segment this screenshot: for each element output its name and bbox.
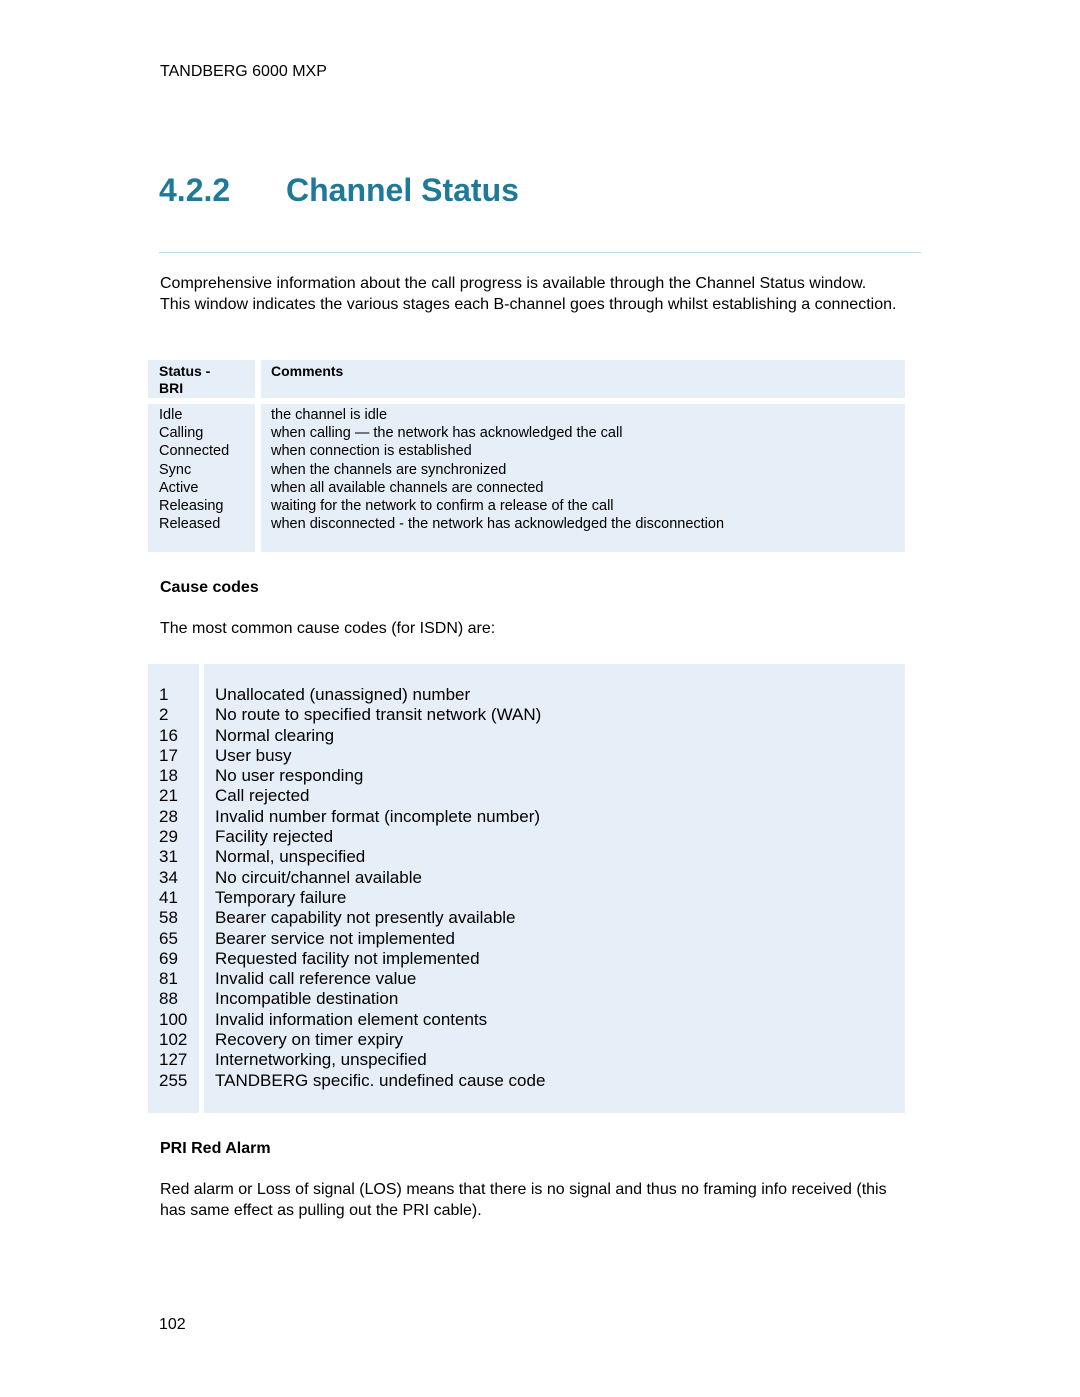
- cause-code: 16: [159, 725, 178, 745]
- cause-code: 100: [159, 1009, 188, 1029]
- intro-paragraph: Comprehensive information about the call…: [160, 275, 897, 313]
- status-value: Sync: [159, 461, 192, 478]
- cause-description: Requested facility not implemented: [215, 948, 480, 968]
- status-value: Active: [159, 479, 199, 496]
- cause-code: 81: [159, 969, 178, 989]
- cause-description: Bearer capability not presently availabl…: [215, 908, 516, 928]
- cause-code: 41: [159, 887, 178, 907]
- status-comment: when calling — the network has acknowled…: [271, 425, 623, 442]
- status-comment: the channel is idle: [271, 407, 388, 423]
- cause-description: User busy: [215, 745, 292, 765]
- cause-description: Facility rejected: [215, 827, 334, 847]
- cause-code: 88: [159, 989, 178, 1009]
- cause-code: 69: [159, 948, 178, 968]
- section-number: 4.2.2: [159, 172, 231, 208]
- cause-description: Recovery on timer expiry: [215, 1030, 404, 1050]
- status-comment: when the channels are synchronized: [271, 461, 507, 478]
- status-value: Calling: [159, 425, 204, 442]
- cause-description: No circuit/channel available: [215, 867, 422, 887]
- cause-codes-intro: The most common cause codes (for ISDN) a…: [160, 620, 496, 637]
- cause-codes-table: 1 2 16 17 18 21 28 29 31 34 41 58 65 69 81 88 100 102 127 2…: [148, 664, 905, 1113]
- header-status-line2: BRI: [159, 380, 184, 396]
- cause-codes-heading: Cause codes: [160, 579, 259, 596]
- page-number: 102: [159, 1316, 186, 1333]
- cause-code: 29: [159, 827, 178, 847]
- cause-description: Invalid information element contents: [215, 1009, 488, 1029]
- cause-description-column: Unallocated (unassigned) number No route …: [204, 664, 905, 1113]
- cause-code: 1: [159, 685, 169, 704]
- cause-description: Incompatible destination: [215, 989, 399, 1009]
- cause-description: Internetworking, unspecified: [215, 1050, 427, 1070]
- cause-code: 31: [159, 847, 178, 867]
- heading-divider: [159, 252, 921, 253]
- status-comment: when all available channels are connecte…: [271, 479, 544, 496]
- status-value: Releasing: [159, 497, 224, 514]
- cause-description: No user responding: [215, 766, 364, 786]
- status-table-header-comments: Comments: [261, 360, 905, 398]
- status-table-header-status: Status - BRI: [148, 360, 255, 398]
- cause-description: Normal, unspecified: [215, 847, 366, 867]
- cause-description: No route to specified transit network (W…: [215, 705, 542, 725]
- status-table: Status - BRI Comments Idle Calling Connecte…: [148, 360, 905, 552]
- cause-code: 18: [159, 766, 178, 786]
- cause-description: TANDBERG specific. undefined cause code: [215, 1070, 546, 1090]
- cause-code: 65: [159, 928, 178, 948]
- section-heading: 4.2.2 Channel Status: [159, 170, 519, 210]
- cause-description: Normal clearing: [215, 725, 335, 745]
- status-comment: when connection is established: [271, 443, 472, 460]
- cause-description: Unallocated (unassigned) number: [215, 685, 471, 704]
- cause-description: Invalid call reference value: [215, 969, 417, 989]
- pri-red-alarm-paragraph: Red alarm or Loss of signal (LOS) means …: [160, 1181, 887, 1219]
- cause-code: 21: [159, 786, 178, 806]
- cause-description: Bearer service not implemented: [215, 928, 456, 948]
- section-title: Channel Status: [286, 172, 519, 208]
- status-comment: when disconnected - the network has ackn…: [271, 516, 725, 533]
- cause-code: 28: [159, 806, 178, 826]
- status-column: Idle Calling Connected Sync Active Releasing R…: [148, 404, 255, 552]
- cause-code: 58: [159, 908, 178, 928]
- status-value: Connected: [159, 443, 230, 460]
- cause-code: 255: [159, 1070, 188, 1090]
- comments-column: the channel is idle when calling — the ne…: [261, 404, 905, 552]
- cause-code: 34: [159, 867, 178, 887]
- cause-description: Invalid number format (incomplete number…: [215, 806, 541, 826]
- pri-red-alarm-heading: PRI Red Alarm: [160, 1140, 271, 1157]
- status-comment: waiting for the network to confirm a rel…: [271, 497, 614, 514]
- header-status-line1: Status -: [159, 363, 211, 379]
- cause-description: Call rejected: [215, 786, 310, 806]
- status-value: Released: [159, 516, 221, 533]
- cause-code: 2: [159, 705, 169, 725]
- cause-code-column: 1 2 16 17 18 21 28 29 31 34 41 58 65 69 81 88 100 102 127 2…: [148, 664, 199, 1113]
- running-header: TANDBERG 6000 MXP: [160, 63, 327, 80]
- cause-code: 127: [159, 1050, 188, 1070]
- cause-code: 102: [159, 1030, 188, 1050]
- cause-description: Temporary failure: [215, 887, 347, 907]
- cause-code: 17: [159, 745, 178, 765]
- status-value: Idle: [159, 407, 183, 423]
